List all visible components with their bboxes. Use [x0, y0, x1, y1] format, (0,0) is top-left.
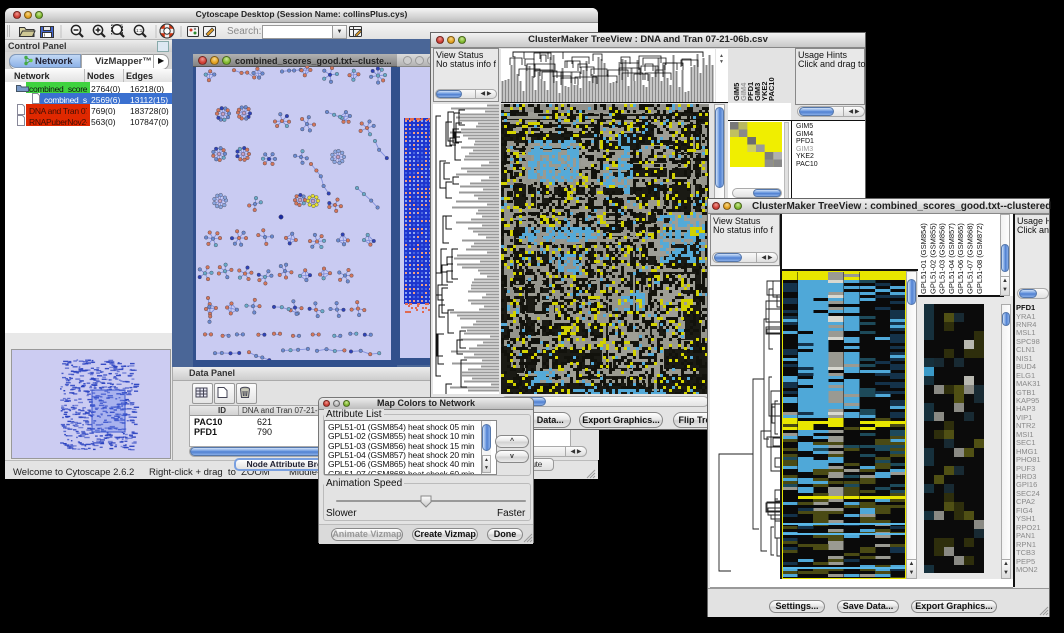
svg-text:GPL51-07 (GSM868): GPL51-07 (GSM868): [966, 223, 975, 294]
svg-text:PAC10: PAC10: [767, 77, 776, 101]
svg-text:GPL51-04 (GSM857): GPL51-04 (GSM857): [947, 223, 956, 294]
svg-text:GPL51-02 (GSM855): GPL51-02 (GSM855): [928, 223, 937, 294]
svg-text:GPL51-01 (GSM854): GPL51-01 (GSM854): [919, 223, 928, 294]
svg-text:GPL51-03 (GSM856): GPL51-03 (GSM856): [938, 223, 947, 294]
svg-text:GPL51-08 (GSM872): GPL51-08 (GSM872): [975, 223, 984, 294]
svg-text:1:1: 1:1: [136, 28, 143, 33]
svg-text:GPL51-06 (GSM865): GPL51-06 (GSM865): [956, 223, 965, 294]
